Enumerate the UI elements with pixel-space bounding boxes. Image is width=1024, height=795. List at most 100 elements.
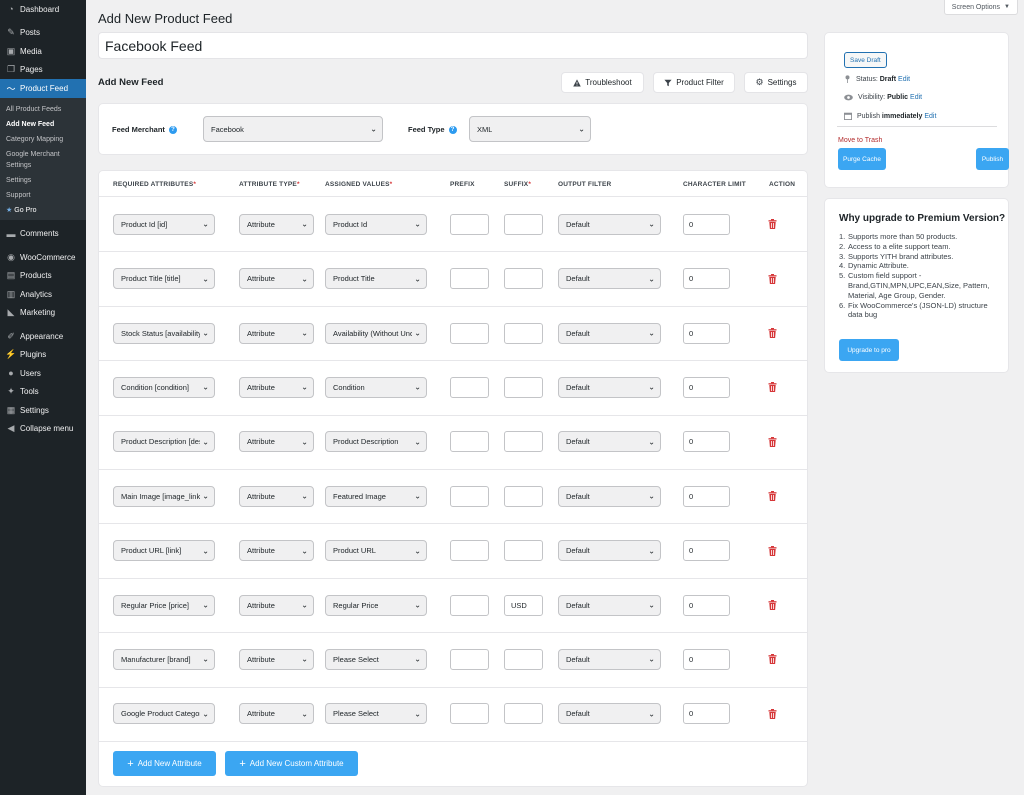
required-attribute-select[interactable]: Condition [condition] ⌄ (113, 376, 215, 398)
suffix-input[interactable] (504, 703, 543, 725)
output-filter-select[interactable]: Default ⌄ (558, 322, 661, 344)
feed-type-select[interactable]: XML ⌄ (469, 116, 591, 142)
prefix-input[interactable] (450, 540, 489, 562)
character-limit-input[interactable]: 0 (683, 648, 730, 670)
assigned-value-select[interactable]: Product Description ⌄ (325, 431, 427, 453)
move-to-trash-link[interactable]: Move to Trash (838, 137, 882, 144)
trash-icon[interactable] (768, 436, 777, 447)
prefix-input[interactable] (450, 648, 489, 670)
submenu-item-category-mapping[interactable]: Category Mapping (0, 132, 86, 147)
add-new-custom-attribute-button[interactable]: + Add New Custom Attribute (225, 751, 358, 776)
assigned-value-select[interactable]: Please Select ⌄ (325, 703, 427, 725)
attribute-type-select[interactable]: Attribute ⌄ (239, 376, 314, 398)
sidebar-item-tools[interactable]: ✦ Tools (0, 383, 86, 402)
character-limit-input[interactable]: 0 (683, 268, 730, 290)
sidebar-item-media[interactable]: ▣ Media (0, 42, 86, 61)
feed-title-input[interactable]: Facebook Feed (98, 32, 808, 59)
required-attribute-select[interactable]: Product Title [title] ⌄ (113, 268, 215, 290)
sidebar-item-analytics[interactable]: ▥ Analytics (0, 285, 86, 304)
character-limit-input[interactable]: 0 (683, 540, 730, 562)
suffix-input[interactable]: USD (504, 594, 543, 616)
required-attribute-select[interactable]: Product Description [description]⌄ (113, 431, 215, 453)
output-filter-select[interactable]: Default ⌄ (558, 376, 661, 398)
submenu-item-settings[interactable]: Settings (0, 173, 86, 188)
sidebar-item-marketing[interactable]: ◣ Marketing (0, 304, 86, 323)
help-icon[interactable]: ? (448, 125, 457, 134)
product-filter-button[interactable]: Product Filter (653, 72, 735, 93)
submenu-item-add-new-feed[interactable]: Add New Feed (0, 117, 86, 132)
character-limit-input[interactable]: 0 (683, 431, 730, 453)
output-filter-select[interactable]: Default ⌄ (558, 540, 661, 562)
edit-visibility-link[interactable]: Edit (910, 94, 922, 101)
assigned-value-select[interactable]: Product Id ⌄ (325, 213, 427, 235)
assigned-value-select[interactable]: Product Title ⌄ (325, 268, 427, 290)
sidebar-item-comments[interactable]: ▬ Comments (0, 225, 86, 244)
suffix-input[interactable] (504, 485, 543, 507)
assigned-value-select[interactable]: Regular Price ⌄ (325, 594, 427, 616)
save-draft-button[interactable]: Save Draft (844, 52, 887, 68)
required-attribute-select[interactable]: Manufacturer [brand] ⌄ (113, 648, 215, 670)
attribute-type-select[interactable]: Attribute ⌄ (239, 431, 314, 453)
suffix-input[interactable] (504, 376, 543, 398)
character-limit-input[interactable]: 0 (683, 703, 730, 725)
help-icon[interactable]: ? (168, 125, 177, 134)
sidebar-item-woocommerce[interactable]: ◉ WooCommerce (0, 248, 86, 267)
output-filter-select[interactable]: Default ⌄ (558, 594, 661, 616)
suffix-input[interactable] (504, 540, 543, 562)
character-limit-input[interactable]: 0 (683, 594, 730, 616)
sidebar-item-plugins[interactable]: ⚡ Plugins (0, 346, 86, 365)
output-filter-select[interactable]: Default ⌄ (558, 703, 661, 725)
sidebar-item-settings[interactable]: ▦ Settings (0, 401, 86, 420)
suffix-input[interactable] (504, 213, 543, 235)
output-filter-select[interactable]: Default ⌄ (558, 648, 661, 670)
required-attribute-select[interactable]: Stock Status [availability] ⌄ (113, 322, 215, 344)
assigned-value-select[interactable]: Condition ⌄ (325, 376, 427, 398)
submenu-item-all-product-feeds[interactable]: All Product Feeds (0, 102, 86, 117)
output-filter-select[interactable]: Default ⌄ (558, 431, 661, 453)
assigned-value-select[interactable]: Availability (Without Underscore)⌄ (325, 322, 427, 344)
publish-button[interactable]: Publish (976, 148, 1009, 170)
required-attribute-select[interactable]: Regular Price [price] ⌄ (113, 594, 215, 616)
attribute-type-select[interactable]: Attribute ⌄ (239, 703, 314, 725)
character-limit-input[interactable]: 0 (683, 213, 730, 235)
trash-icon[interactable] (768, 600, 777, 610)
output-filter-select[interactable]: Default ⌄ (558, 268, 661, 290)
attribute-type-select[interactable]: Attribute ⌄ (239, 594, 314, 616)
prefix-input[interactable] (450, 703, 489, 725)
submenu-item-support[interactable]: Support (0, 188, 86, 203)
trash-icon[interactable] (768, 545, 777, 556)
sidebar-item-appearance[interactable]: ✐ Appearance (0, 327, 86, 346)
suffix-input[interactable] (504, 322, 543, 344)
trash-icon[interactable] (768, 491, 777, 502)
assigned-value-select[interactable]: Product URL ⌄ (325, 540, 427, 562)
prefix-input[interactable] (450, 594, 489, 616)
attribute-type-select[interactable]: Attribute ⌄ (239, 268, 314, 290)
troubleshoot-button[interactable]: Troubleshoot (561, 72, 644, 93)
prefix-input[interactable] (450, 213, 489, 235)
upgrade-to-pro-button[interactable]: Upgrade to pro (839, 339, 899, 361)
prefix-input[interactable] (450, 322, 489, 344)
required-attribute-select[interactable]: Main Image [image_link] ⌄ (113, 485, 215, 507)
attribute-type-select[interactable]: Attribute ⌄ (239, 540, 314, 562)
sidebar-item-product-feed[interactable]: 〜 Product Feed (0, 79, 86, 98)
attribute-type-select[interactable]: Attribute ⌄ (239, 213, 314, 235)
assigned-value-select[interactable]: Please Select ⌄ (325, 648, 427, 670)
required-attribute-select[interactable]: Product Id [id] ⌄ (113, 213, 215, 235)
assigned-value-select[interactable]: Featured Image ⌄ (325, 485, 427, 507)
sidebar-item-posts[interactable]: ✎ Posts (0, 24, 86, 43)
required-attribute-select[interactable]: Google Product Category ⌄ (113, 703, 215, 725)
attribute-type-select[interactable]: Attribute ⌄ (239, 322, 314, 344)
edit-publish-link[interactable]: Edit (924, 113, 936, 120)
trash-icon[interactable] (768, 219, 777, 230)
character-limit-input[interactable]: 0 (683, 322, 730, 344)
settings-button[interactable]: ⚙ Settings (744, 72, 808, 93)
trash-icon[interactable] (768, 273, 777, 284)
prefix-input[interactable] (450, 268, 489, 290)
trash-icon[interactable] (768, 708, 777, 719)
output-filter-select[interactable]: Default ⌄ (558, 213, 661, 235)
submenu-item-google-merchant-settings[interactable]: Google Merchant Settings (0, 147, 86, 173)
suffix-input[interactable] (504, 648, 543, 670)
trash-icon[interactable] (768, 328, 777, 338)
sidebar-item-pages[interactable]: ❐ Pages (0, 61, 86, 80)
attribute-type-select[interactable]: Attribute ⌄ (239, 485, 314, 507)
